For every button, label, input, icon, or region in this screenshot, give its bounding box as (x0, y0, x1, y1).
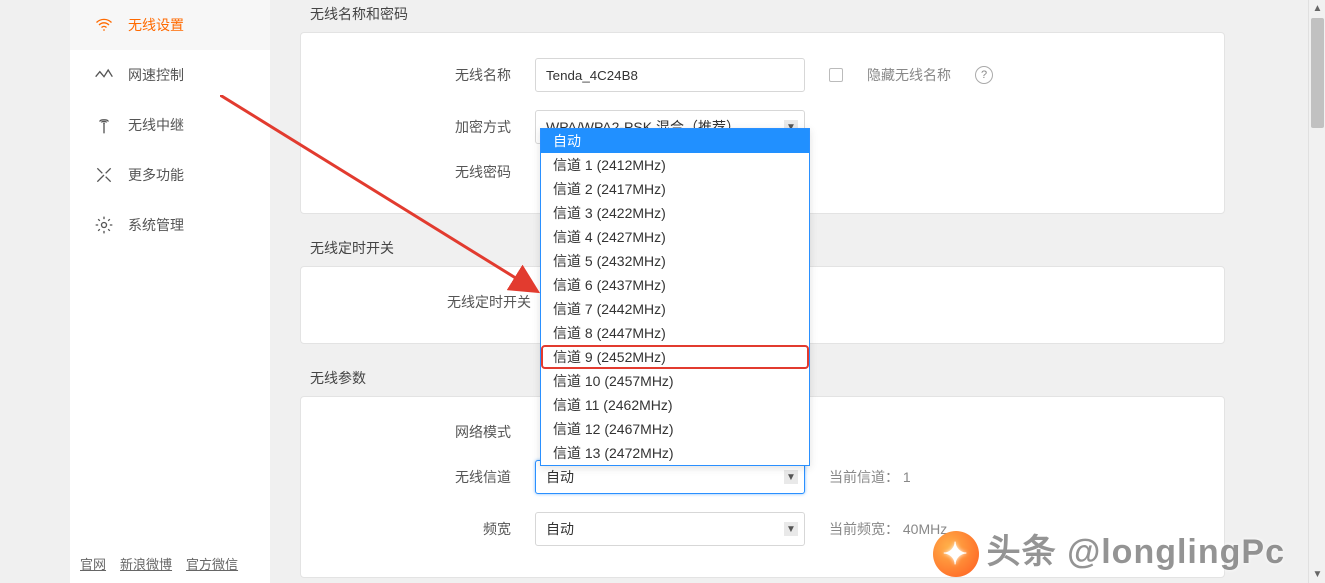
current-bandwidth: 当前频宽： 40MHz (829, 519, 947, 539)
channel-option[interactable]: 信道 5 (2432MHz) (541, 249, 809, 273)
chevron-down-icon: ▼ (784, 470, 798, 484)
scroll-down-icon[interactable]: ▼ (1309, 566, 1325, 583)
scroll-thumb[interactable] (1311, 18, 1324, 128)
sidebar-label: 无线中继 (128, 115, 184, 135)
label-encryption: 加密方式 (321, 117, 511, 137)
channel-option[interactable]: 信道 4 (2427MHz) (541, 225, 809, 249)
label-password: 无线密码 (321, 162, 511, 182)
channel-option[interactable]: 信道 3 (2422MHz) (541, 201, 809, 225)
label-mode: 网络模式 (321, 422, 511, 442)
sidebar-item-repeater[interactable]: 无线中继 (70, 100, 270, 150)
page-scrollbar[interactable]: ▲ ▼ (1308, 0, 1325, 583)
sidebar-item-wireless[interactable]: 无线设置 (70, 0, 270, 50)
label-bandwidth: 频宽 (321, 519, 511, 539)
sidebar-label: 无线设置 (128, 15, 184, 35)
channel-option[interactable]: 信道 11 (2462MHz) (541, 393, 809, 417)
channel-option[interactable]: 信道 1 (2412MHz) (541, 153, 809, 177)
channel-option[interactable]: 信道 10 (2457MHz) (541, 369, 809, 393)
channel-option[interactable]: 信道 7 (2442MHz) (541, 297, 809, 321)
sidebar: 无线设置 网速控制 无线中继 更多功能 系统管理 (70, 0, 270, 583)
footer-link-weibo[interactable]: 新浪微博 (120, 554, 172, 573)
sidebar-label: 网速控制 (128, 65, 184, 85)
sidebar-item-speed[interactable]: 网速控制 (70, 50, 270, 100)
channel-option[interactable]: 自动 (541, 129, 809, 153)
bandwidth-value: 自动 (546, 519, 574, 539)
channel-dropdown[interactable]: 自动信道 1 (2412MHz)信道 2 (2417MHz)信道 3 (2422… (540, 128, 810, 466)
sidebar-item-more[interactable]: 更多功能 (70, 150, 270, 200)
channel-option[interactable]: 信道 9 (2452MHz) (541, 345, 809, 369)
label-ssid: 无线名称 (321, 65, 511, 85)
tools-icon (94, 165, 114, 185)
footer-link-official[interactable]: 官网 (80, 554, 106, 573)
hide-ssid-label: 隐藏无线名称 (867, 65, 951, 85)
section-title-name-pwd: 无线名称和密码 (300, 0, 1225, 32)
watermark: ✦头条 @longlingPc (933, 524, 1285, 577)
sidebar-item-system[interactable]: 系统管理 (70, 200, 270, 250)
scroll-up-icon[interactable]: ▲ (1309, 0, 1325, 17)
sidebar-label: 更多功能 (128, 165, 184, 185)
channel-value: 自动 (546, 467, 574, 487)
channel-option[interactable]: 信道 8 (2447MHz) (541, 321, 809, 345)
hide-ssid-checkbox[interactable] (829, 68, 843, 82)
channel-option[interactable]: 信道 12 (2467MHz) (541, 417, 809, 441)
channel-option[interactable]: 信道 2 (2417MHz) (541, 177, 809, 201)
repeater-icon (94, 115, 114, 135)
footer-link-wechat[interactable]: 官方微信 (186, 554, 238, 573)
chevron-down-icon: ▼ (784, 522, 798, 536)
app-root: 无线设置 网速控制 无线中继 更多功能 系统管理 (0, 0, 1325, 583)
watermark-icon: ✦ (933, 531, 979, 577)
label-channel: 无线信道 (321, 467, 511, 487)
channel-option[interactable]: 信道 13 (2472MHz) (541, 441, 809, 465)
label-schedule: 无线定时开关 (321, 292, 531, 312)
gear-icon (94, 215, 114, 235)
row-ssid: 无线名称 隐藏无线名称 ? (321, 49, 1204, 101)
footer-links: 官网 新浪微博 官方微信 (80, 554, 238, 573)
current-channel: 当前信道： 1 (829, 467, 911, 487)
speed-icon (94, 65, 114, 85)
ssid-input[interactable] (535, 58, 805, 92)
help-icon[interactable]: ? (975, 66, 993, 84)
bandwidth-select[interactable]: 自动 ▼ (535, 512, 805, 546)
sidebar-label: 系统管理 (128, 215, 184, 235)
wifi-icon (94, 15, 114, 35)
channel-option[interactable]: 信道 6 (2437MHz) (541, 273, 809, 297)
watermark-text: 头条 @longlingPc (987, 533, 1285, 571)
